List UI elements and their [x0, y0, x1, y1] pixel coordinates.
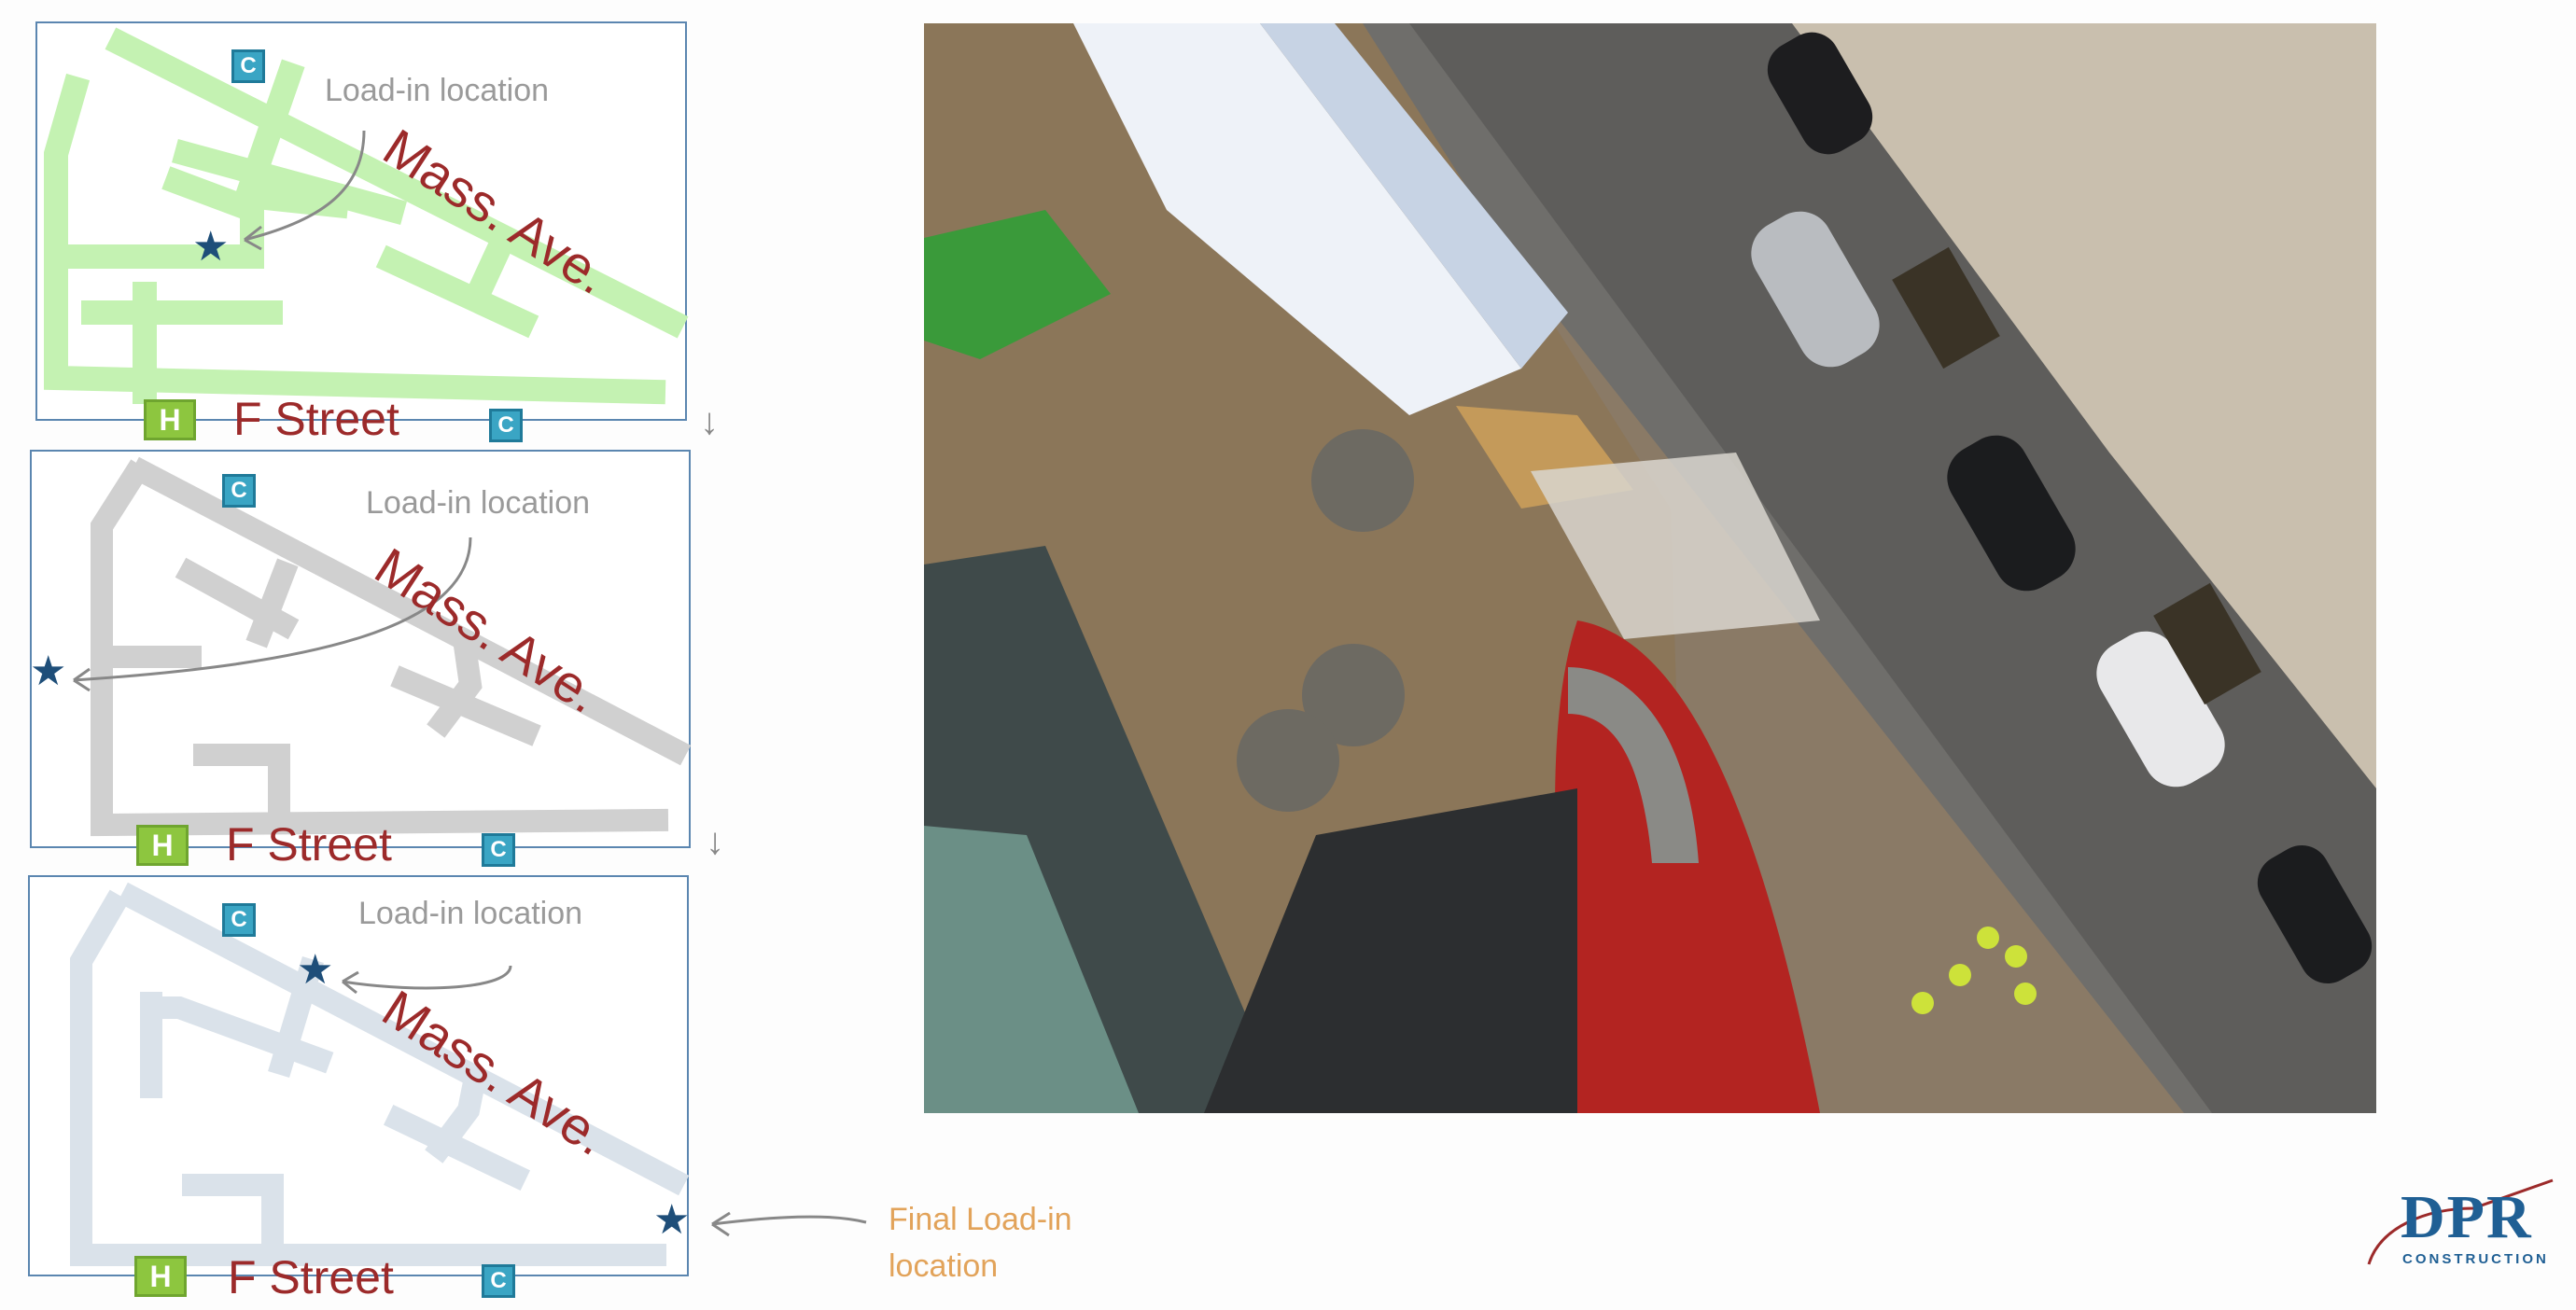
- final-label-line2: location: [889, 1248, 999, 1284]
- site-plan-final: Load-in location ★ Mass. Ave. C: [28, 875, 690, 1276]
- star-icon: ★: [297, 947, 334, 993]
- h-badge: H: [136, 825, 189, 866]
- logo-name: DPR: [2401, 1183, 2533, 1251]
- site-plan-gray: Load-in location Mass. Ave. C: [30, 450, 692, 848]
- c-badge-bottom: C: [489, 409, 523, 442]
- c-badge-top: C: [222, 903, 256, 937]
- arrow-icon: [711, 1211, 867, 1237]
- star-icon: ★: [30, 648, 67, 694]
- c-badge-top: C: [222, 474, 256, 508]
- load-in-arrow: [342, 965, 512, 995]
- site-plan-green: Load-in location ★ Mass. Ave. C: [35, 21, 689, 421]
- f-street-label: F Street: [226, 818, 392, 871]
- dpr-logo: DPR CONSTRUCTION: [2361, 1171, 2563, 1274]
- f-street-label: F Street: [233, 393, 399, 445]
- down-arrow-icon: ↓: [706, 821, 724, 862]
- c-badge-bottom: C: [482, 1264, 515, 1298]
- h-badge: H: [134, 1256, 187, 1297]
- h-badge: H: [144, 399, 196, 440]
- load-in-arrow: [244, 130, 366, 251]
- f-street-label: F Street: [228, 1251, 394, 1303]
- c-badge-top: C: [231, 49, 265, 83]
- down-arrow-icon: ↓: [700, 401, 719, 442]
- load-in-arrow: [73, 537, 472, 692]
- photo-illustration: [924, 23, 2376, 1113]
- aerial-site-photo: [924, 23, 2376, 1113]
- final-label-line1: Final Load-in: [889, 1202, 1072, 1237]
- final-load-in-label: Final Load-in location: [889, 1196, 1072, 1289]
- logo-subtitle: CONSTRUCTION: [2402, 1251, 2549, 1267]
- star-icon: ★: [653, 1197, 691, 1243]
- star-icon: ★: [192, 224, 230, 270]
- c-badge-bottom: C: [482, 833, 515, 867]
